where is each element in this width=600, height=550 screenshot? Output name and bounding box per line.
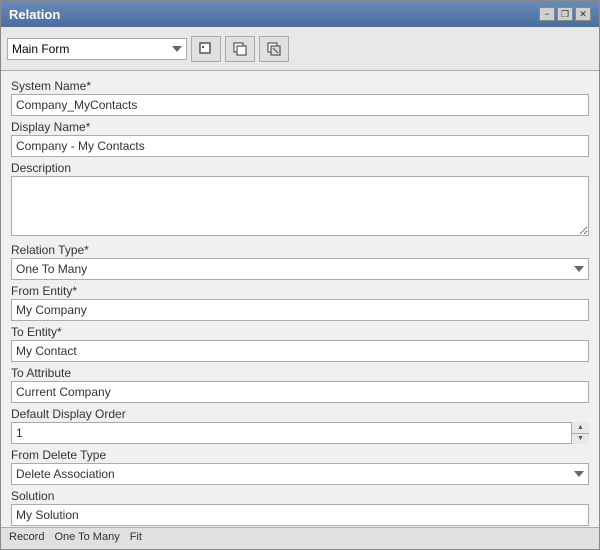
to-attribute-label: To Attribute	[11, 366, 589, 380]
delete-button[interactable]	[259, 36, 289, 62]
display-name-input[interactable]	[11, 135, 589, 157]
from-delete-type-group: From Delete Type Delete Association Rest…	[11, 448, 589, 485]
to-attribute-group: To Attribute	[11, 366, 589, 403]
delete-icon	[267, 42, 281, 56]
solution-label: Solution	[11, 489, 589, 503]
description-label: Description	[11, 161, 589, 175]
display-name-group: Display Name*	[11, 120, 589, 157]
restore-button[interactable]: ❐	[557, 7, 573, 21]
to-entity-group: To Entity*	[11, 325, 589, 362]
relation-window: Relation − ❐ ✕ Main Form	[0, 0, 600, 550]
display-name-label: Display Name*	[11, 120, 589, 134]
copy-icon	[233, 42, 247, 56]
description-textarea[interactable]	[11, 176, 589, 236]
from-entity-input[interactable]	[11, 299, 589, 321]
close-button[interactable]: ✕	[575, 7, 591, 21]
window-title: Relation	[9, 7, 60, 22]
new-button[interactable]	[191, 36, 221, 62]
from-entity-group: From Entity*	[11, 284, 589, 321]
from-delete-type-select[interactable]: Delete Association Restrict Cascade	[11, 463, 589, 485]
system-name-input[interactable]	[11, 94, 589, 116]
title-bar: Relation − ❐ ✕	[1, 1, 599, 27]
default-display-order-label: Default Display Order	[11, 407, 589, 421]
status-item-2: One To Many	[54, 531, 119, 546]
status-item-1: Record	[9, 531, 44, 546]
spinner-up-button[interactable]: ▲	[572, 422, 589, 434]
copy-button[interactable]	[225, 36, 255, 62]
status-item-3: Fit	[130, 531, 142, 546]
form-content: System Name* Display Name* Description R…	[1, 71, 599, 527]
solution-group: Solution	[11, 489, 589, 526]
relation-type-select[interactable]: One To Many Many To Many	[11, 258, 589, 280]
status-bar: Record One To Many Fit	[1, 527, 599, 549]
solution-input[interactable]	[11, 504, 589, 526]
minimize-button[interactable]: −	[539, 7, 555, 21]
window-controls: − ❐ ✕	[539, 7, 591, 21]
default-display-order-wrapper: ▲ ▼	[11, 422, 589, 444]
relation-type-label: Relation Type*	[11, 243, 589, 257]
spinner-down-button[interactable]: ▼	[572, 434, 589, 445]
default-display-order-input[interactable]	[11, 422, 589, 444]
description-group: Description	[11, 161, 589, 239]
spinner-buttons: ▲ ▼	[571, 422, 589, 444]
from-delete-type-label: From Delete Type	[11, 448, 589, 462]
system-name-group: System Name*	[11, 79, 589, 116]
to-entity-label: To Entity*	[11, 325, 589, 339]
relation-type-group: Relation Type* One To Many Many To Many	[11, 243, 589, 280]
toolbar: Main Form	[1, 27, 599, 71]
system-name-label: System Name*	[11, 79, 589, 93]
from-entity-label: From Entity*	[11, 284, 589, 298]
new-icon	[199, 42, 213, 56]
to-entity-input[interactable]	[11, 340, 589, 362]
form-selector[interactable]: Main Form	[7, 38, 187, 60]
default-display-order-group: Default Display Order ▲ ▼	[11, 407, 589, 444]
to-attribute-input[interactable]	[11, 381, 589, 403]
